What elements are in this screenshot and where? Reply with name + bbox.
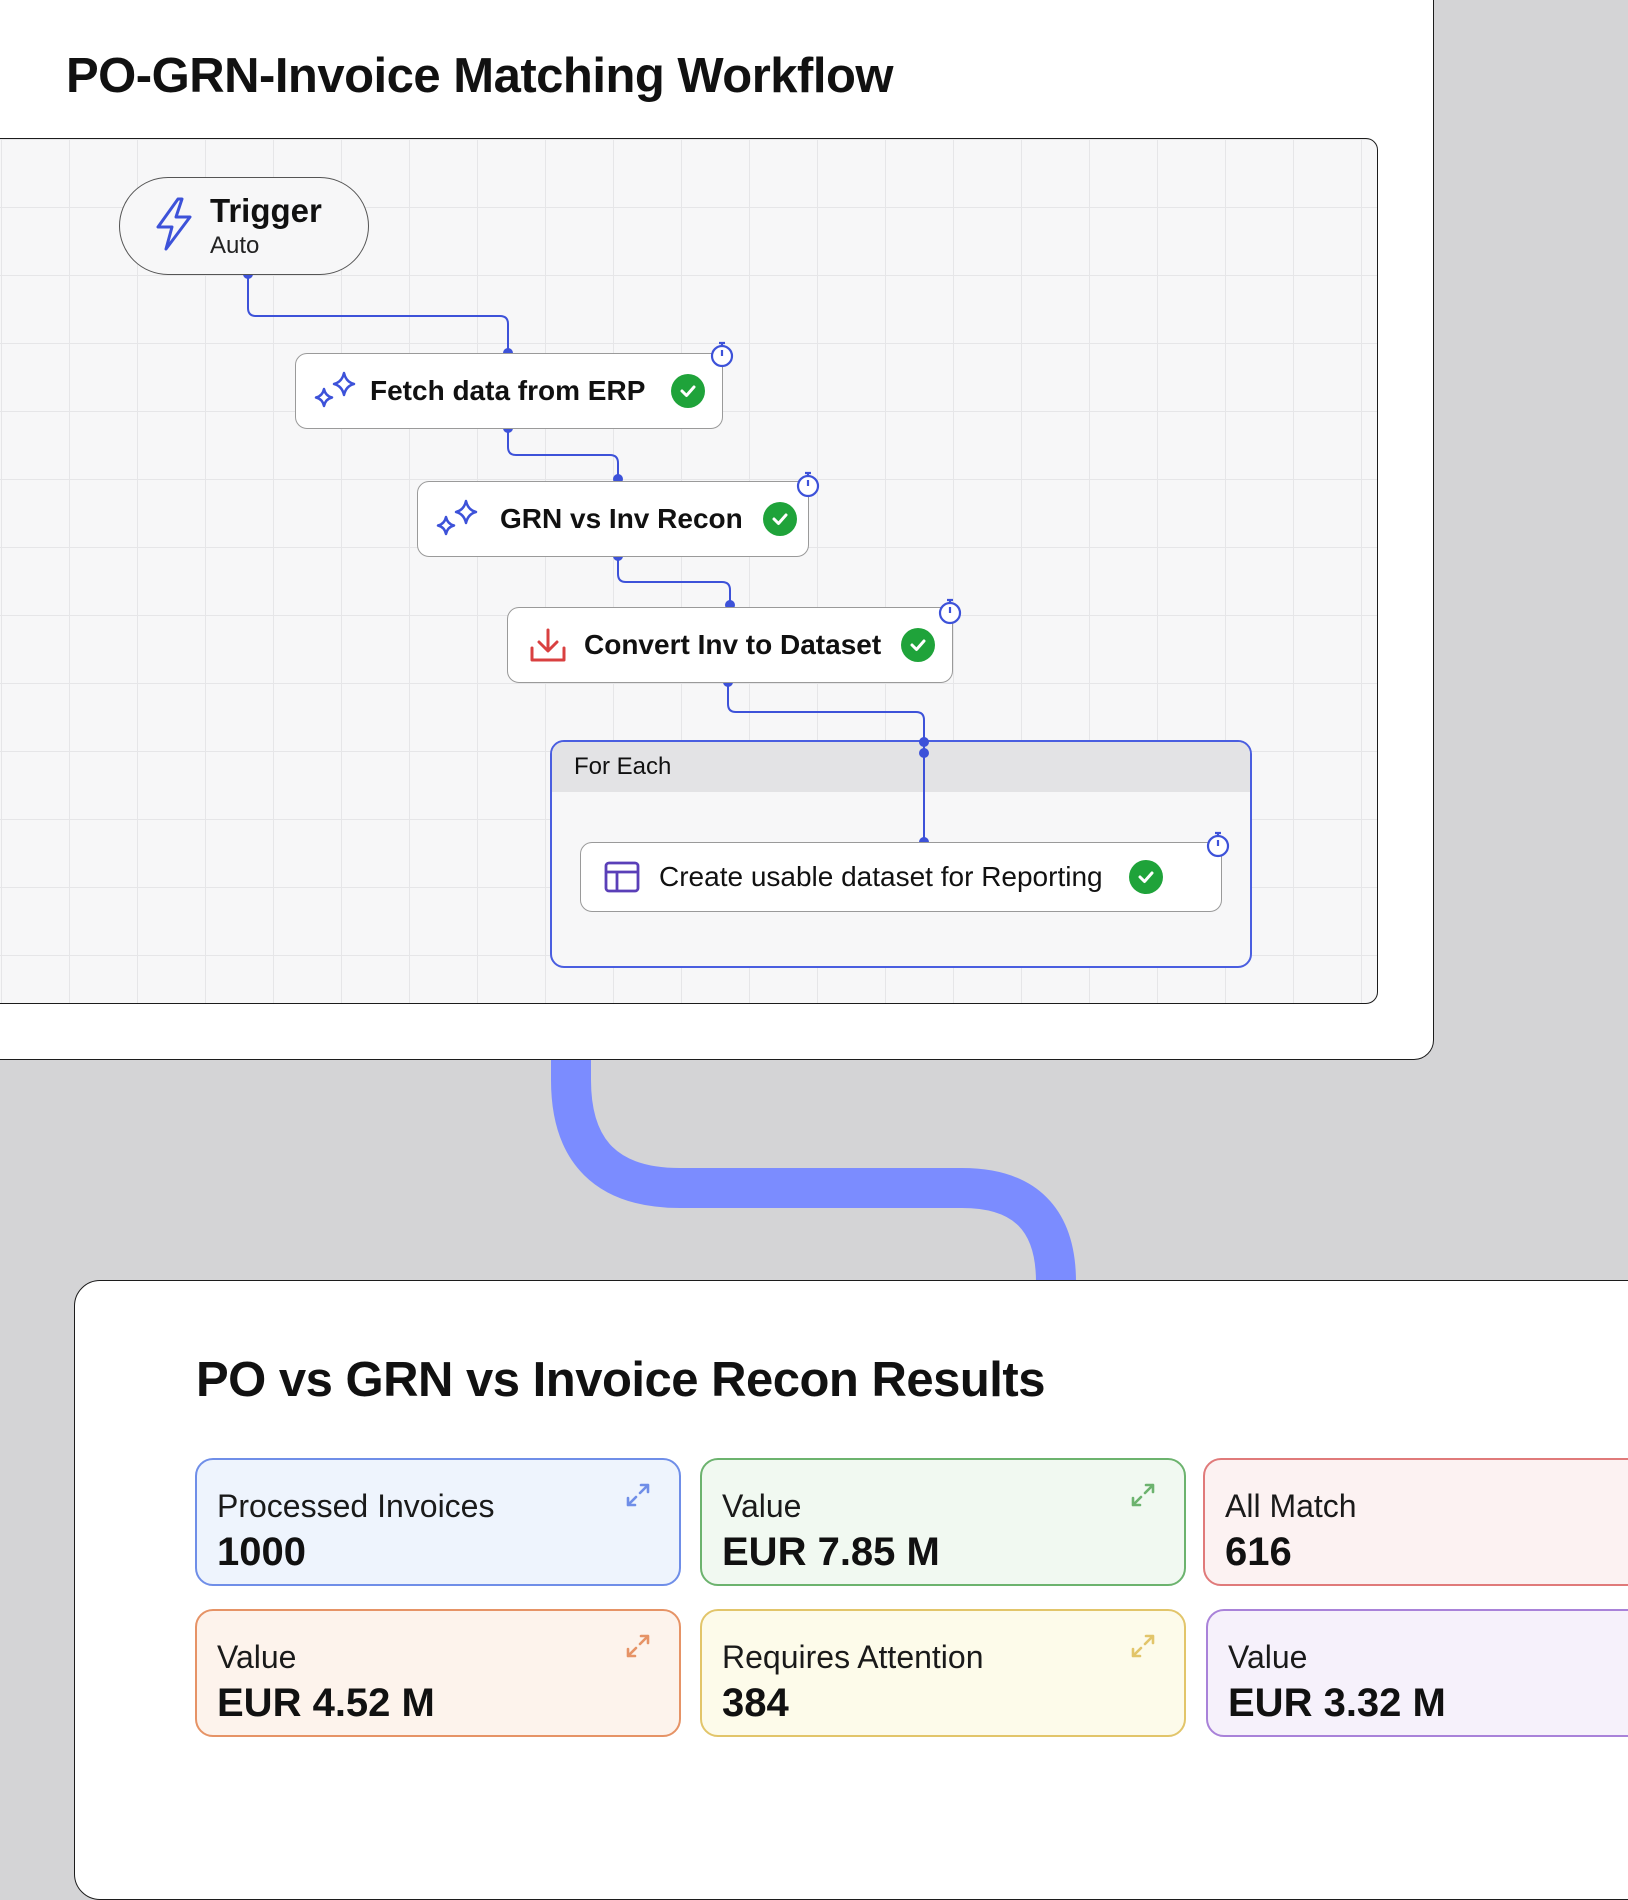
step-label: Fetch data from ERP [370,375,646,406]
card-label: All Match [1225,1488,1357,1524]
results-title: PO vs GRN vs Invoice Recon Results [196,1353,1045,1407]
result-card[interactable]: Value EUR 3.32 M [1206,1609,1628,1737]
sparkles-icon [436,499,478,536]
loop-edge [919,740,929,846]
card-label: Value [1228,1639,1308,1675]
step-grn-recon[interactable]: GRN vs Inv Recon [417,481,809,557]
card-label: Requires Attention [722,1639,984,1675]
expand-icon[interactable] [623,1480,653,1510]
card-value: 384 [722,1681,789,1725]
timer-icon[interactable] [1205,830,1231,858]
card-value: EUR 7.85 M [722,1530,940,1574]
trigger-subtitle: Auto [210,232,260,259]
card-label: Value [217,1639,297,1675]
success-check-icon [671,374,706,408]
result-card[interactable]: Requires Attention 384 [700,1609,1186,1737]
expand-icon[interactable] [1128,1631,1158,1661]
step-label: Convert Inv to Dataset [584,629,882,660]
result-card[interactable]: Value EUR 4.52 M [195,1609,681,1737]
table-icon [604,861,640,893]
success-check-icon [901,628,936,662]
for-each-label: For Each [552,742,1250,792]
step-create-dataset[interactable]: Create usable dataset for Reporting [580,842,1222,912]
success-check-icon [762,502,797,536]
card-value: 616 [1225,1530,1292,1574]
timer-icon[interactable] [709,340,735,368]
card-value: EUR 4.52 M [217,1681,435,1725]
card-label: Processed Invoices [217,1488,495,1524]
step-label: GRN vs Inv Recon [500,503,743,534]
expand-icon[interactable] [623,1631,653,1661]
timer-icon[interactable] [937,597,963,625]
card-label: Value [722,1488,802,1524]
expand-icon[interactable] [1128,1480,1158,1510]
success-check-icon [1128,860,1163,894]
card-value: 1000 [217,1530,306,1574]
result-card[interactable]: Value EUR 7.85 M [700,1458,1186,1586]
lightning-icon [156,197,192,251]
step-fetch-data[interactable]: Fetch data from ERP [295,353,723,429]
trigger-title: Trigger [210,192,322,229]
step-convert-inv[interactable]: Convert Inv to Dataset [507,607,953,683]
timer-icon[interactable] [795,470,821,498]
card-value: EUR 3.32 M [1228,1681,1446,1725]
download-icon [530,628,566,662]
result-card[interactable]: Processed Invoices 1000 [195,1458,681,1586]
step-label: Create usable dataset for Reporting [659,861,1103,892]
sparkles-icon [314,371,356,408]
result-card[interactable]: All Match 616 [1203,1458,1628,1586]
